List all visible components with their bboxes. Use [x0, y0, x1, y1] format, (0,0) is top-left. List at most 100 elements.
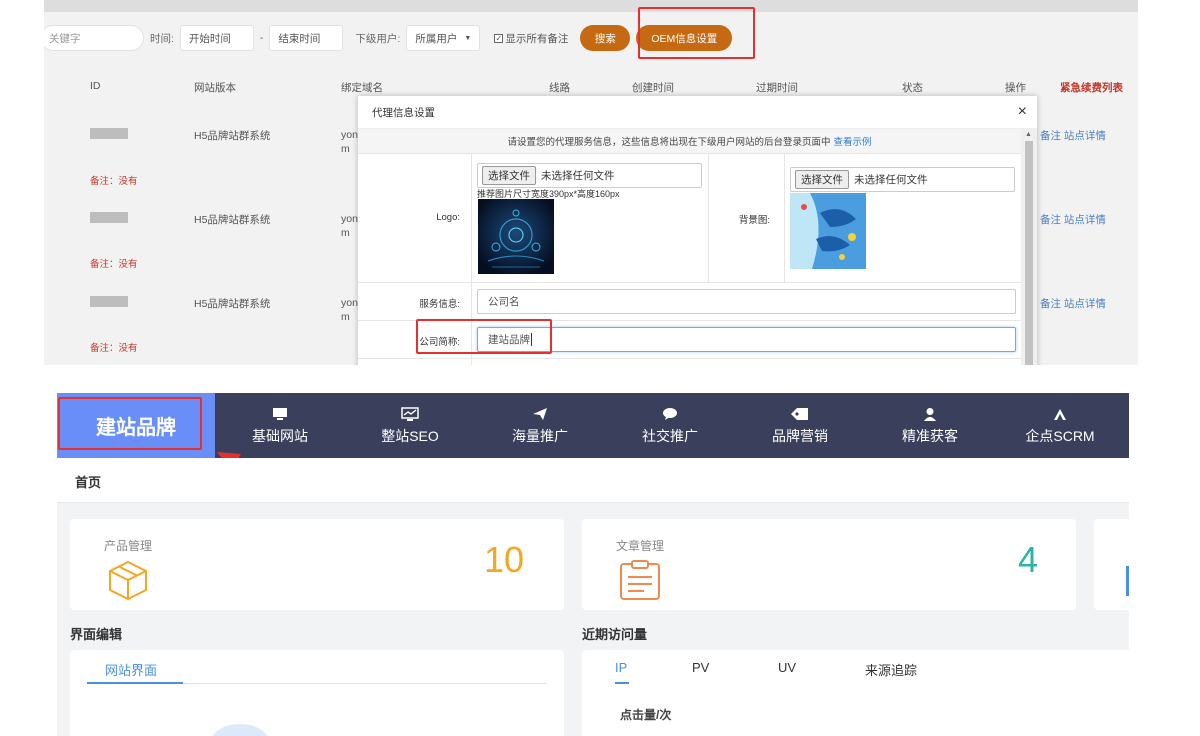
- third-card-partial[interactable]: [1094, 519, 1129, 610]
- modal-header: 代理信息设置 ×: [358, 96, 1037, 129]
- logo-file-input[interactable]: 选择文件 未选择任何文件: [477, 163, 702, 188]
- short-name-input[interactable]: 建站品牌: [477, 327, 1016, 352]
- background-preview-image: [790, 193, 866, 269]
- service-info-value: 公司名: [488, 296, 520, 308]
- modal-notice: 请设置您的代理服务信息，这些信息将出现在下级用户网站的后台登录页面中 查看示例: [358, 129, 1021, 154]
- tab-uv[interactable]: UV: [778, 660, 796, 675]
- col-status[interactable]: 状态: [902, 80, 923, 95]
- card-count: 10: [484, 539, 525, 580]
- clicks-unit-label: 点击量/次: [620, 708, 672, 722]
- notice-text: 请设置您的代理服务信息，这些信息将出现在下级用户网站的后台登录页面中: [507, 137, 831, 148]
- id-blurred: [90, 212, 128, 223]
- show-notes-checkbox[interactable]: ✓ 显示所有备注: [494, 31, 568, 46]
- col-action: 操作: [1005, 82, 1026, 94]
- grid-divider: [358, 282, 1021, 283]
- start-time-input[interactable]: 开始时间: [179, 25, 254, 51]
- grid-divider: [358, 358, 1021, 359]
- article-management-card[interactable]: 文章管理 4: [582, 519, 1076, 610]
- no-file-text: 未选择任何文件: [854, 174, 928, 186]
- row-version: H5品牌站群系统: [194, 298, 271, 310]
- service-info-input[interactable]: 公司名: [477, 289, 1016, 314]
- row-note: 备注：没有: [90, 259, 138, 270]
- card-count: 4: [1018, 539, 1039, 580]
- card-title: 产品管理: [104, 539, 153, 553]
- time-label: 时间:: [150, 32, 174, 45]
- paper-plane-icon: [530, 405, 550, 423]
- row-ops[interactable]: 备注 站点详情: [1040, 212, 1106, 227]
- row-version: H5品牌站群系统: [194, 214, 271, 226]
- close-icon[interactable]: ×: [1018, 103, 1027, 121]
- id-blurred: [90, 128, 128, 139]
- tab-pv[interactable]: PV: [692, 660, 709, 675]
- breadcrumb-bar: 首页: [57, 458, 1129, 503]
- search-button[interactable]: 搜索: [580, 25, 631, 51]
- row-note: 备注：没有: [90, 176, 138, 187]
- a-letter-icon: [1050, 405, 1070, 423]
- brand-highlight-box: [58, 397, 202, 450]
- choose-file-button[interactable]: 选择文件: [482, 166, 536, 185]
- tab-underline: [615, 682, 629, 684]
- background-file-input[interactable]: 选择文件 未选择任何文件: [790, 167, 1015, 192]
- filter-bar: 关键字 时间: 开始时间 - 结束时间 下级用户: 所属用户 ▼ ✓ 显示所有备…: [44, 20, 1138, 56]
- tab-source-tracking[interactable]: 来源追踪: [865, 660, 917, 679]
- chart-monitor-icon: [400, 405, 420, 423]
- scroll-up-icon[interactable]: ▲: [1025, 131, 1032, 138]
- nav-item-scrm[interactable]: 企点SCRM: [995, 393, 1125, 458]
- admin-site-list-screenshot: 关键字 时间: 开始时间 - 结束时间 下级用户: 所属用户 ▼ ✓ 显示所有备…: [44, 0, 1138, 365]
- tab-site-ui[interactable]: 网站界面: [105, 660, 157, 679]
- col-expires[interactable]: 过期时间: [756, 80, 798, 95]
- view-example-link[interactable]: 查看示例: [834, 134, 872, 148]
- urgent-renewal-link[interactable]: 紧急续费列表: [1060, 80, 1123, 95]
- end-time-placeholder: 结束时间: [278, 32, 321, 45]
- sub-user-select[interactable]: 所属用户 ▼: [406, 25, 481, 51]
- choose-file-button[interactable]: 选择文件: [795, 170, 849, 189]
- time-dash: -: [259, 32, 264, 44]
- nav-item-seo[interactable]: 整站SEO: [345, 393, 475, 458]
- modal-scrollbar[interactable]: ▲: [1021, 129, 1037, 365]
- nav-item-precise-acquisition[interactable]: 精准获客: [865, 393, 995, 458]
- recent-visits-title: 近期访问量: [582, 627, 648, 642]
- cube-icon: [106, 559, 150, 604]
- col-created[interactable]: 创建时间: [632, 80, 674, 95]
- oem-highlight-box: [638, 7, 755, 59]
- decorative-shape: [210, 724, 270, 736]
- search-button-label: 搜索: [594, 32, 616, 45]
- card-accent: [1126, 566, 1129, 596]
- grid-divider: [708, 154, 709, 282]
- tab-ip[interactable]: IP: [615, 660, 627, 675]
- recent-visits-panel: IP PV UV 来源追踪 点击量/次: [582, 650, 1129, 736]
- card-title: 文章管理: [616, 539, 665, 553]
- row-ops[interactable]: 备注 站点详情: [1040, 128, 1106, 143]
- scrollbar-thumb[interactable]: [1025, 141, 1033, 365]
- dashboard: 首页 产品管理 10 文章管理 4 界面编辑 近期访问量 网站界面 IP PV …: [57, 458, 1129, 736]
- nav-item-brand-marketing[interactable]: 品牌营销: [735, 393, 865, 458]
- sub-user-value: 所属用户: [415, 32, 458, 45]
- caret-down-icon: ▼: [464, 34, 472, 42]
- keyword-input[interactable]: 关键字: [44, 25, 144, 51]
- nav-item-social-promotion[interactable]: 社交推广: [605, 393, 735, 458]
- table-header: ID 网站版本 绑定域名 线路 创建时间 过期时间 状态 操作 紧急续费列表: [44, 78, 1138, 98]
- nav-label: 基础网站: [252, 428, 308, 444]
- row-note: 备注：没有: [90, 343, 138, 354]
- nav-label: 精准获客: [902, 428, 958, 444]
- col-line: 线路: [549, 82, 570, 94]
- nav-item-mass-promotion[interactable]: 海量推广: [475, 393, 605, 458]
- ui-edit-panel: 网站界面: [70, 650, 564, 736]
- nav-label: 品牌营销: [772, 428, 828, 444]
- breadcrumb-home[interactable]: 首页: [75, 472, 101, 491]
- nav-label: 海量推广: [512, 428, 568, 444]
- col-id: ID: [90, 80, 101, 92]
- product-management-card[interactable]: 产品管理 10: [70, 519, 564, 610]
- user-icon: [920, 405, 940, 423]
- row-ops[interactable]: 备注 站点详情: [1040, 296, 1106, 311]
- tag-icon: [790, 405, 810, 423]
- col-domain: 绑定域名: [341, 82, 383, 94]
- col-version: 网站版本: [194, 82, 236, 94]
- chat-bubble-icon: [660, 405, 680, 423]
- modal-body: 请设置您的代理服务信息，这些信息将出现在下级用户网站的后台登录页面中 查看示例 …: [358, 129, 1021, 365]
- no-file-text: 未选择任何文件: [541, 170, 615, 182]
- end-time-input[interactable]: 结束时间: [269, 25, 344, 51]
- logo-preview-image: [478, 199, 554, 274]
- monitor-icon: [270, 405, 290, 423]
- agent-info-modal: 代理信息设置 × 请设置您的代理服务信息，这些信息将出现在下级用户网站的后台登录…: [358, 96, 1037, 365]
